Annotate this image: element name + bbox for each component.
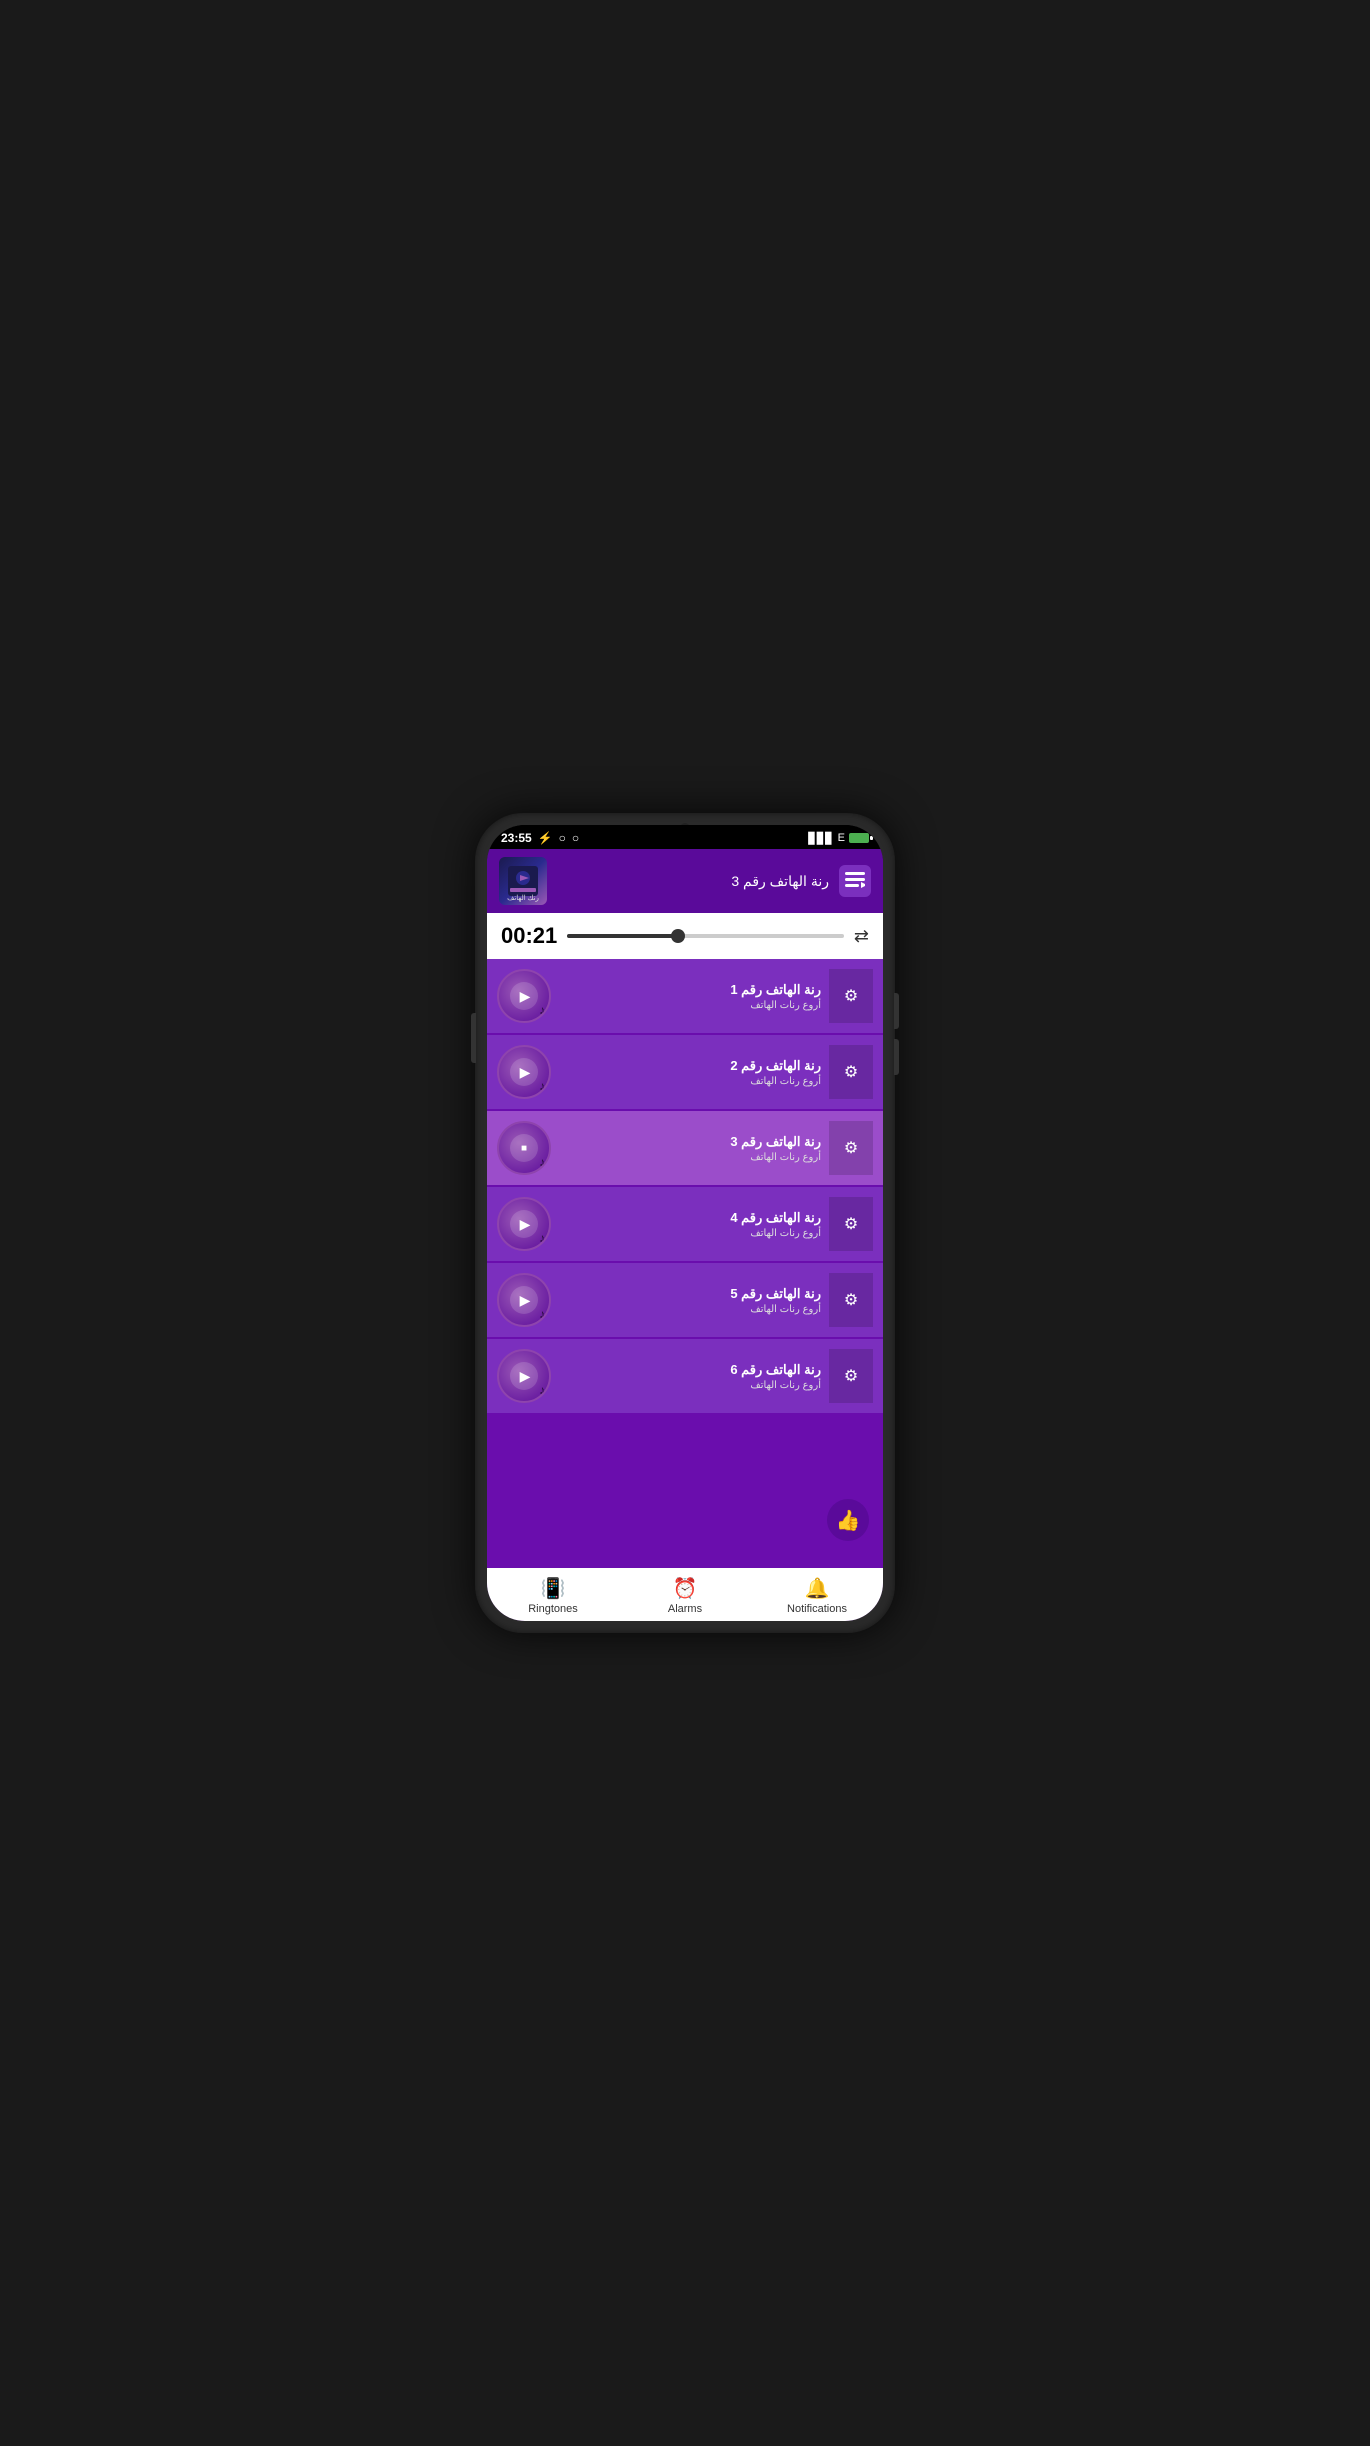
gear-icon: ⚙ — [844, 1138, 858, 1158]
battery-icon — [849, 833, 869, 843]
nav-item-ringtones[interactable]: 📳 Ringtones — [487, 1576, 619, 1615]
track-title-3: رنة الهاتف رقم 3 — [559, 1134, 821, 1150]
track-item-4: ▶ رنة الهاتف رقم 4 أروع رنات الهاتف ⚙ — [487, 1187, 883, 1261]
track-settings-2[interactable]: ⚙ — [829, 1045, 873, 1099]
track-list: ▶ رنة الهاتف رقم 1 أروع رنات الهاتف ⚙ ▶ رنة ا… — [487, 959, 883, 1568]
track-item-3: ■ رنة الهاتف رقم 3 أروع رنات الهاتف ⚙ — [487, 1111, 883, 1185]
screen-content: رنك الهاتف رنة الهاتف رقم 3 00:21 — [487, 849, 883, 1621]
like-fab-button[interactable]: 👍 — [827, 1499, 869, 1541]
alarms-label: Alarms — [668, 1603, 702, 1615]
track-circle-2[interactable]: ▶ — [497, 1045, 551, 1099]
play-icon: ▶ — [520, 1064, 531, 1081]
ringtones-label: Ringtones — [528, 1603, 578, 1615]
nav-item-alarms[interactable]: ⏰ Alarms — [619, 1576, 751, 1615]
alarms-icon: ⏰ — [673, 1576, 698, 1601]
track-settings-6[interactable]: ⚙ — [829, 1349, 873, 1403]
track-circle-1[interactable]: ▶ — [497, 969, 551, 1023]
thumb-label: رنك الهاتف — [499, 895, 547, 903]
track-title-1: رنة الهاتف رقم 1 — [559, 982, 821, 998]
status-time: 23:55 — [501, 831, 532, 845]
track-title-4: رنة الهاتف رقم 4 — [559, 1210, 821, 1226]
track-subtitle-6: أروع رنات الهاتف — [559, 1380, 821, 1391]
play-icon: ▶ — [520, 1216, 531, 1233]
track-info-4: رنة الهاتف رقم 4 أروع رنات الهاتف — [559, 1210, 821, 1239]
track-title-5: رنة الهاتف رقم 5 — [559, 1286, 821, 1302]
track-subtitle-3: أروع رنات الهاتف — [559, 1152, 821, 1163]
status-circle1: ○ — [559, 831, 566, 845]
play-icon: ▶ — [520, 988, 531, 1005]
nav-item-notifications[interactable]: 🔔 Notifications — [751, 1576, 883, 1615]
track-circle-5[interactable]: ▶ — [497, 1273, 551, 1327]
track-settings-4[interactable]: ⚙ — [829, 1197, 873, 1251]
track-circle-4[interactable]: ▶ — [497, 1197, 551, 1251]
gear-icon: ⚙ — [844, 1062, 858, 1082]
status-left: 23:55 ⚡ ○ ○ — [501, 831, 579, 845]
progress-area: 00:21 ⇄ — [487, 913, 883, 959]
track-item-6: ▶ رنة الهاتف رقم 6 أروع رنات الهاتف ⚙ — [487, 1339, 883, 1413]
track-info-1: رنة الهاتف رقم 1 أروع رنات الهاتف — [559, 982, 821, 1011]
volume-up-button[interactable] — [894, 993, 899, 1029]
track-circle-6[interactable]: ▶ — [497, 1349, 551, 1403]
network-type: E — [838, 832, 845, 844]
like-icon: 👍 — [836, 1508, 861, 1533]
screen: 23:55 ⚡ ○ ○ ▊▊▊ E — [487, 825, 883, 1621]
power-button[interactable] — [471, 1013, 476, 1063]
volume-down-button[interactable] — [894, 1039, 899, 1075]
play-button-1[interactable]: ▶ — [510, 982, 538, 1010]
now-playing-title: رنة الهاتف رقم 3 — [557, 873, 829, 890]
gear-icon: ⚙ — [844, 1214, 858, 1234]
track-item-5: ▶ رنة الهاتف رقم 5 أروع رنات الهاتف ⚙ — [487, 1263, 883, 1337]
play-icon: ▶ — [520, 1292, 531, 1309]
status-circle2: ○ — [572, 831, 579, 845]
play-button-6[interactable]: ▶ — [510, 1362, 538, 1390]
track-info-6: رنة الهاتف رقم 6 أروع رنات الهاتف — [559, 1362, 821, 1391]
progress-bar[interactable] — [567, 934, 844, 938]
play-button-5[interactable]: ▶ — [510, 1286, 538, 1314]
track-settings-1[interactable]: ⚙ — [829, 969, 873, 1023]
track-subtitle-4: أروع رنات الهاتف — [559, 1228, 821, 1239]
progress-fill — [567, 934, 678, 938]
track-info-5: رنة الهاتف رقم 5 أروع رنات الهاتف — [559, 1286, 821, 1315]
bottom-navigation: 📳 Ringtones ⏰ Alarms 🔔 Notifications — [487, 1568, 883, 1621]
queue-button[interactable] — [839, 865, 871, 897]
status-bar: 23:55 ⚡ ○ ○ ▊▊▊ E — [487, 825, 883, 849]
track-settings-3[interactable]: ⚙ — [829, 1121, 873, 1175]
track-title-2: رنة الهاتف رقم 2 — [559, 1058, 821, 1074]
track-info-3: رنة الهاتف رقم 3 أروع رنات الهاتف — [559, 1134, 821, 1163]
track-subtitle-2: أروع رنات الهاتف — [559, 1076, 821, 1087]
track-circle-3[interactable]: ■ — [497, 1121, 551, 1175]
gear-icon: ⚙ — [844, 1366, 858, 1386]
playback-time: 00:21 — [501, 923, 557, 949]
ringtones-icon: 📳 — [541, 1576, 566, 1601]
signal-icon: ▊▊▊ — [808, 832, 833, 845]
play-button-2[interactable]: ▶ — [510, 1058, 538, 1086]
repeat-button[interactable]: ⇄ — [854, 926, 869, 947]
play-button-4[interactable]: ▶ — [510, 1210, 538, 1238]
track-title-6: رنة الهاتف رقم 6 — [559, 1362, 821, 1378]
notifications-label: Notifications — [787, 1603, 847, 1615]
track-item-2: ▶ رنة الهاتف رقم 2 أروع رنات الهاتف ⚙ — [487, 1035, 883, 1109]
now-playing-thumbnail: رنك الهاتف — [499, 857, 547, 905]
track-subtitle-5: أروع رنات الهاتف — [559, 1304, 821, 1315]
track-subtitle-1: أروع رنات الهاتف — [559, 1000, 821, 1011]
phone-frame: 23:55 ⚡ ○ ○ ▊▊▊ E — [475, 813, 895, 1633]
status-bolt: ⚡ — [538, 831, 553, 845]
play-icon: ▶ — [520, 1368, 531, 1385]
track-info-2: رنة الهاتف رقم 2 أروع رنات الهاتف — [559, 1058, 821, 1087]
notifications-icon: 🔔 — [805, 1576, 830, 1601]
stop-button-3[interactable]: ■ — [510, 1134, 538, 1162]
stop-icon: ■ — [521, 1143, 527, 1154]
gear-icon: ⚙ — [844, 1290, 858, 1310]
gear-icon: ⚙ — [844, 986, 858, 1006]
now-playing-bar: رنك الهاتف رنة الهاتف رقم 3 — [487, 849, 883, 913]
progress-knob[interactable] — [671, 929, 685, 943]
track-item-1: ▶ رنة الهاتف رقم 1 أروع رنات الهاتف ⚙ — [487, 959, 883, 1033]
track-settings-5[interactable]: ⚙ — [829, 1273, 873, 1327]
status-right: ▊▊▊ E — [808, 832, 869, 845]
